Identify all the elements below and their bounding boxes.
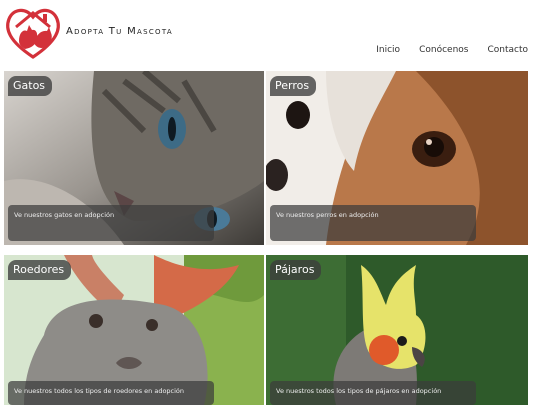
card-pajaros[interactable]: Pájaros Ve nuestros todos los tipos de p…: [266, 255, 528, 405]
caption-perros: Ve nuestros perros en adopción: [270, 205, 476, 241]
brand-name: Adopta Tu Mascota: [66, 26, 173, 37]
caption-pajaros: Ve nuestros todos los tipos de pájaros e…: [270, 381, 476, 405]
caption-gatos: Ve nuestros gatos en adopción: [8, 205, 214, 241]
header: Adopta Tu Mascota Inicio Conócenos Conta…: [0, 0, 540, 68]
caption-roedores: Ve nuestros todos los tipos de roedores …: [8, 381, 214, 405]
nav-inicio-link[interactable]: Inicio: [376, 45, 400, 55]
card-gatos[interactable]: Gatos Ve nuestros gatos en adopción: [4, 71, 264, 245]
tag-pajaros: Pájaros: [270, 260, 322, 280]
main-nav: Inicio Conócenos Contacto: [376, 45, 528, 55]
logo-heart-house-icon[interactable]: [3, 3, 63, 61]
tag-roedores: Roedores: [8, 260, 72, 280]
card-perros[interactable]: Perros Ve nuestros perros en adopción: [266, 71, 528, 245]
nav-conocenos-link[interactable]: Conócenos: [419, 45, 468, 55]
tag-gatos: Gatos: [8, 76, 53, 96]
nav-contacto-link[interactable]: Contacto: [487, 45, 528, 55]
pet-category-grid: Gatos Ve nuestros gatos en adopción Perr…: [4, 71, 528, 405]
tag-perros: Perros: [270, 76, 317, 96]
card-roedores[interactable]: Roedores Ve nuestros todos los tipos de …: [4, 255, 264, 405]
